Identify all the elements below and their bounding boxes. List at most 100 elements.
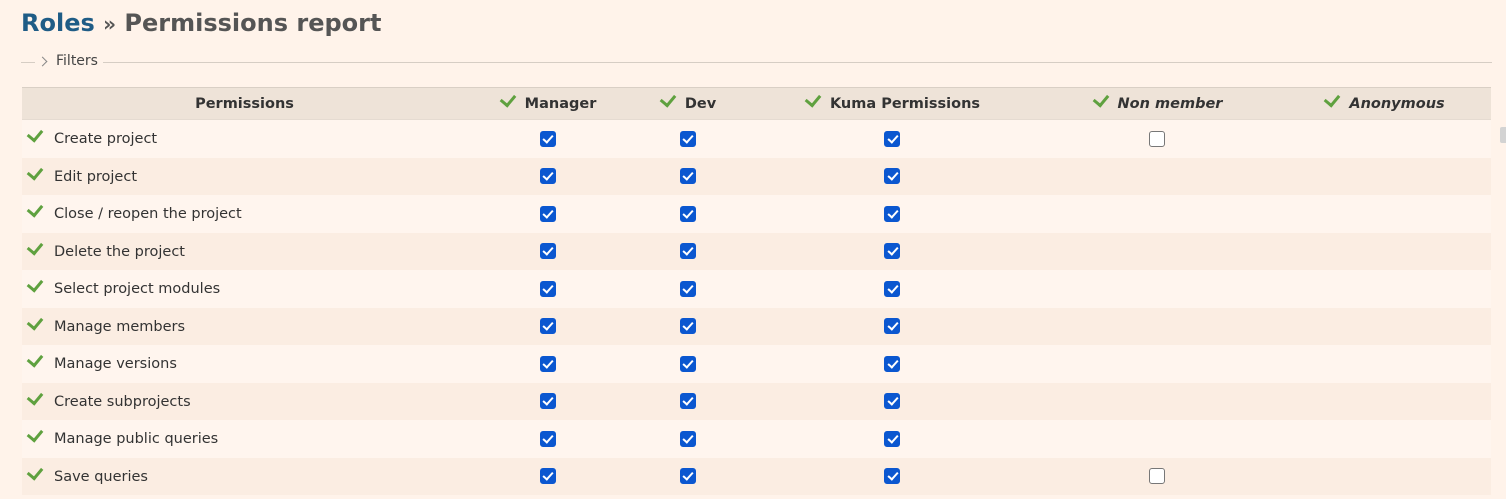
permission-cell-dev [628, 157, 747, 195]
permission-name-cell: Select project modules [22, 270, 467, 308]
check-mark-icon[interactable] [1092, 90, 1109, 108]
checkbox-checked[interactable] [884, 355, 900, 372]
check-mark-icon[interactable] [26, 163, 44, 181]
permission-cell-non-member [1037, 119, 1277, 158]
permission-label: Delete the project [54, 243, 185, 260]
permission-cell-non-member [1037, 307, 1277, 345]
permission-cell-anonymous [1277, 232, 1491, 270]
checkbox-checked[interactable] [539, 280, 556, 297]
column-header-permissions: Permissions [22, 87, 467, 120]
column-header-non-member: Non member [1037, 87, 1277, 120]
column-header-label: Anonymous [1349, 96, 1445, 112]
checkbox-checked[interactable] [539, 243, 556, 260]
checkbox-checked[interactable] [884, 168, 900, 185]
check-mark-icon[interactable] [26, 425, 44, 443]
table-body: Create project Edit project Close / reopen… [22, 119, 1491, 495]
column-header-manager: Manager [467, 87, 628, 120]
checkbox-checked[interactable] [679, 243, 696, 260]
checkbox-unchecked[interactable] [1149, 468, 1165, 485]
checkbox-checked[interactable] [884, 280, 900, 297]
checkbox-checked[interactable] [679, 205, 696, 222]
permission-cell-anonymous [1277, 157, 1491, 195]
breadcrumb-roles-link[interactable]: Roles [21, 9, 95, 37]
table-row: Manage members [22, 307, 1491, 345]
checkbox-checked[interactable] [679, 430, 696, 447]
permission-label: Manage members [54, 318, 186, 335]
checkbox-checked[interactable] [539, 430, 556, 447]
checkbox-checked[interactable] [679, 280, 696, 297]
table-row: Create project [22, 119, 1491, 158]
filters-toggle[interactable]: Filters [35, 53, 103, 69]
permission-cell-manager [467, 345, 628, 383]
table-row: Edit project [22, 157, 1491, 195]
permission-cell-kuma-permissions [747, 195, 1037, 233]
checkbox-checked[interactable] [679, 468, 696, 485]
permission-cell-dev [628, 119, 747, 158]
filters-divider [21, 62, 1492, 63]
checkbox-checked[interactable] [679, 318, 696, 335]
check-mark-icon[interactable] [659, 90, 677, 108]
permission-cell-dev [628, 307, 747, 345]
check-mark-icon[interactable] [499, 90, 516, 108]
permission-cell-kuma-permissions [747, 270, 1037, 308]
check-mark-icon[interactable] [26, 313, 44, 331]
permission-name-cell: Create project [22, 119, 467, 158]
permission-cell-manager [467, 157, 628, 195]
check-mark-icon[interactable] [1324, 90, 1341, 108]
checkbox-checked[interactable] [884, 430, 900, 447]
check-mark-icon[interactable] [26, 275, 44, 293]
permission-name-cell: Save queries [22, 457, 467, 495]
permission-cell-anonymous [1277, 119, 1491, 158]
check-mark-icon[interactable] [26, 200, 44, 218]
check-mark-icon[interactable] [26, 388, 44, 406]
checkbox-checked[interactable] [884, 130, 900, 147]
checkbox-checked[interactable] [679, 355, 696, 372]
permission-name-cell: Manage members [22, 307, 467, 345]
permission-label: Manage versions [54, 356, 177, 373]
permission-name-cell: Close / reopen the project [22, 195, 467, 233]
check-mark-icon[interactable] [26, 350, 44, 368]
check-mark-icon[interactable] [26, 463, 44, 481]
filters-label: Filters [56, 53, 98, 69]
column-header-label: Non member [1117, 96, 1223, 112]
permission-label: Select project modules [54, 281, 221, 298]
checkbox-checked[interactable] [884, 318, 900, 335]
checkbox-checked[interactable] [539, 355, 556, 372]
permission-label: Save queries [54, 468, 148, 485]
check-mark-icon[interactable] [26, 125, 44, 143]
permission-cell-anonymous [1277, 307, 1491, 345]
checkbox-checked[interactable] [539, 468, 556, 485]
checkbox-checked[interactable] [884, 205, 900, 222]
permission-cell-non-member [1037, 457, 1277, 495]
checkbox-checked[interactable] [679, 393, 696, 410]
checkbox-checked[interactable] [679, 168, 696, 185]
checkbox-checked[interactable] [539, 205, 556, 222]
permission-cell-anonymous [1277, 457, 1491, 495]
permission-label: Create project [54, 131, 158, 148]
checkbox-checked[interactable] [884, 468, 900, 485]
permission-cell-dev [628, 420, 747, 458]
permission-cell-manager [467, 270, 628, 308]
permission-cell-kuma-permissions [747, 457, 1037, 495]
permission-cell-non-member [1037, 232, 1277, 270]
checkbox-checked[interactable] [679, 130, 696, 147]
check-mark-icon[interactable] [804, 90, 822, 108]
permission-label: Create subprojects [54, 393, 191, 410]
table-row: Delete the project [22, 232, 1491, 270]
permission-cell-kuma-permissions [747, 420, 1037, 458]
check-mark-icon[interactable] [26, 238, 44, 256]
permission-cell-kuma-permissions [747, 307, 1037, 345]
checkbox-checked[interactable] [539, 393, 556, 410]
table-header-row: Permissions Manager Dev Kuma Permissions No… [22, 87, 1491, 120]
scrollbar-handle[interactable] [1500, 127, 1506, 143]
permission-cell-non-member [1037, 420, 1277, 458]
checkbox-checked[interactable] [539, 168, 556, 185]
checkbox-unchecked[interactable] [1149, 130, 1165, 147]
checkbox-checked[interactable] [884, 393, 900, 410]
checkbox-checked[interactable] [539, 130, 556, 147]
checkbox-checked[interactable] [539, 318, 556, 335]
permission-cell-anonymous [1277, 420, 1491, 458]
permission-cell-anonymous [1277, 345, 1491, 383]
permission-cell-manager [467, 457, 628, 495]
checkbox-checked[interactable] [884, 243, 900, 260]
